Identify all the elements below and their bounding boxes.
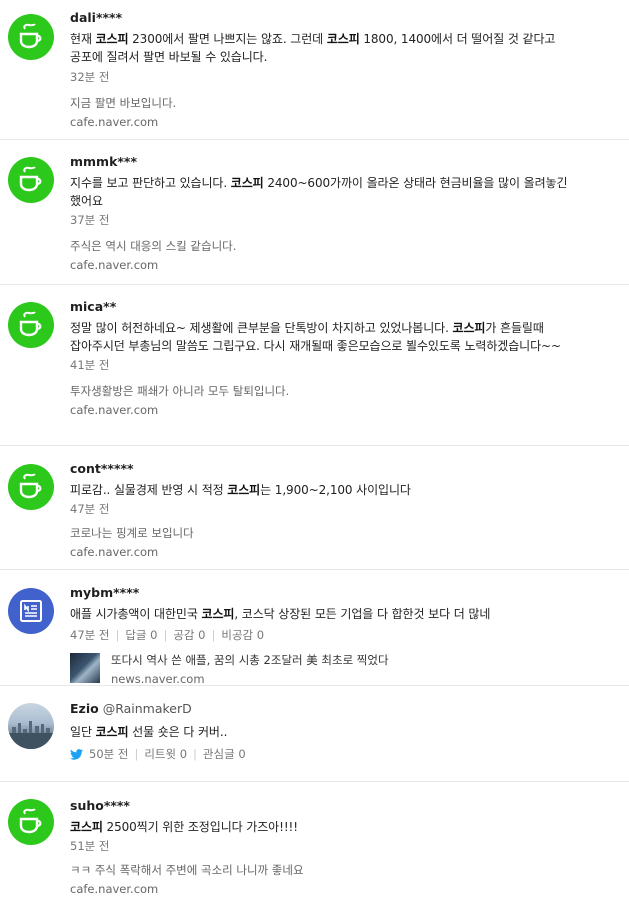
post-body[interactable]: 애플 시가총액이 대한민국 코스피, 코스닥 상장된 모든 기업을 다 합한것 … bbox=[70, 605, 585, 623]
news-title[interactable]: 또다시 역사 쓴 애플, 꿈의 시총 2조달러 美 최초로 찍었다 bbox=[111, 653, 389, 668]
post-time: 51분 전 bbox=[70, 839, 110, 853]
keyword-highlight: 코스피 bbox=[230, 176, 264, 190]
post-time: 47분 전 bbox=[70, 502, 110, 516]
cafe-avatar[interactable] bbox=[8, 157, 54, 203]
post-meta: 50분 전 | 리트윗 0 | 관심글 0 bbox=[70, 746, 585, 762]
news-icon bbox=[20, 600, 42, 622]
source-link[interactable]: cafe.naver.com bbox=[70, 402, 585, 418]
body-text: 일단 bbox=[70, 725, 96, 739]
news-thumbnail[interactable] bbox=[70, 653, 100, 683]
body-text: 정말 많이 허전하네요~ 제생활에 큰부분을 단톡방이 차지하고 있었나봅니다. bbox=[70, 321, 453, 335]
author-name[interactable]: mybm**** bbox=[70, 585, 585, 601]
retweet-count[interactable]: 리트윗 0 bbox=[144, 747, 187, 761]
coffee-cup-icon bbox=[19, 311, 42, 337]
news-avatar[interactable] bbox=[8, 588, 54, 634]
cafe-avatar[interactable] bbox=[8, 14, 54, 60]
post-snippet[interactable]: 투자생활방은 패쇄가 아니라 모두 탈퇴입니다. bbox=[70, 383, 585, 399]
keyword-highlight: 코스피 bbox=[326, 32, 360, 46]
post-snippet[interactable]: ㅋㅋ 주식 폭락해서 주변에 곡소리 나니까 좋네요 bbox=[70, 862, 585, 878]
favorite-count[interactable]: 관심글 0 bbox=[203, 747, 246, 761]
body-text: 는 1,900~2,100 사이입니다 bbox=[260, 483, 411, 497]
like-count[interactable]: 공감 0 bbox=[173, 628, 205, 642]
coffee-cup-icon bbox=[19, 473, 42, 499]
keyword-highlight: 코스피 bbox=[452, 321, 486, 335]
source-link[interactable]: cafe.naver.com bbox=[70, 257, 585, 273]
post-snippet[interactable]: 주식은 역시 대응의 스킬 같습니다. bbox=[70, 238, 585, 254]
keyword-highlight: 코스피 bbox=[227, 483, 261, 497]
reply-count[interactable]: 답글 0 bbox=[125, 628, 157, 642]
post-time: 37분 전 bbox=[70, 213, 110, 227]
feed-item: mica** 정말 많이 허전하네요~ 제생활에 큰부분을 단톡방이 차지하고 … bbox=[0, 284, 629, 445]
post-time: 41분 전 bbox=[70, 358, 110, 372]
user-avatar[interactable] bbox=[8, 703, 54, 749]
body-text: 현재 bbox=[70, 32, 96, 46]
keyword-highlight: 코스피 bbox=[95, 725, 129, 739]
body-text: , 코스닥 상장된 모든 기업을 다 합한것 보다 더 많네 bbox=[234, 607, 491, 621]
cafe-avatar[interactable] bbox=[8, 464, 54, 510]
body-text: 2500찍기 위한 조정입니다 가즈아!!!! bbox=[102, 820, 299, 834]
author-name[interactable]: Ezio @RainmakerD bbox=[70, 701, 585, 717]
post-body[interactable]: 일단 코스피 선물 숏은 다 커버.. bbox=[70, 723, 585, 741]
skyline-photo-icon bbox=[8, 721, 54, 749]
author-name[interactable]: mica** bbox=[70, 299, 585, 315]
coffee-cup-icon bbox=[19, 23, 42, 49]
post-body[interactable]: 피로감.. 실물경제 반영 시 적정 코스피는 1,900~2,100 사이입니… bbox=[70, 481, 585, 499]
post-body[interactable]: 코스피 2500찍기 위한 조정입니다 가즈아!!!! bbox=[70, 818, 585, 836]
body-text: 2300에서 팔면 나쁘지는 않죠. 그런데 bbox=[128, 32, 327, 46]
source-link[interactable]: cafe.naver.com bbox=[70, 881, 585, 897]
author-display-name[interactable]: Ezio bbox=[70, 701, 99, 716]
post-snippet[interactable]: 지금 팔면 바보입니다. bbox=[70, 95, 585, 111]
news-card[interactable]: 또다시 역사 쓴 애플, 꿈의 시총 2조달러 美 최초로 찍었다 news.n… bbox=[70, 653, 585, 687]
post-time: 50분 전 bbox=[89, 747, 129, 761]
feed-item: mmmk*** 지수를 보고 판단하고 있습니다. 코스피 2400~600가까… bbox=[0, 139, 629, 284]
post-snippet[interactable]: 코로나는 핑계로 보입니다 bbox=[70, 525, 585, 541]
dislike-count[interactable]: 비공감 0 bbox=[221, 628, 264, 642]
post-time: 47분 전 bbox=[70, 628, 110, 642]
author-name[interactable]: cont***** bbox=[70, 461, 585, 477]
feed-item: suho**** 코스피 2500찍기 위한 조정입니다 가즈아!!!! 51분… bbox=[0, 781, 629, 903]
feed-item: Ezio @RainmakerD 일단 코스피 선물 숏은 다 커버.. 50분 … bbox=[0, 685, 629, 781]
coffee-cup-icon bbox=[19, 166, 42, 192]
post-body[interactable]: 현재 코스피 2300에서 팔면 나쁘지는 않죠. 그런데 코스피 1800, … bbox=[70, 30, 585, 66]
body-text: 피로감.. 실물경제 반영 시 적정 bbox=[70, 483, 228, 497]
source-link[interactable]: cafe.naver.com bbox=[70, 114, 585, 130]
search-result-feed: dali**** 현재 코스피 2300에서 팔면 나쁘지는 않죠. 그런데 코… bbox=[0, 0, 629, 903]
author-handle[interactable]: @RainmakerD bbox=[103, 701, 192, 716]
author-name[interactable]: mmmk*** bbox=[70, 154, 585, 170]
post-body[interactable]: 지수를 보고 판단하고 있습니다. 코스피 2400~600가까이 올라온 상태… bbox=[70, 174, 585, 210]
post-time: 32분 전 bbox=[70, 70, 110, 84]
feed-item: cont***** 피로감.. 실물경제 반영 시 적정 코스피는 1,900~… bbox=[0, 445, 629, 569]
author-name[interactable]: suho**** bbox=[70, 798, 585, 814]
keyword-highlight: 코스피 bbox=[95, 32, 129, 46]
author-name[interactable]: dali**** bbox=[70, 10, 585, 26]
body-text: 애플 시가총액이 대한민국 bbox=[70, 607, 202, 621]
post-meta: 47분 전 | 답글 0 | 공감 0 | 비공감 0 bbox=[70, 628, 265, 642]
keyword-highlight: 코스피 bbox=[70, 820, 103, 834]
keyword-highlight: 코스피 bbox=[201, 607, 235, 621]
source-link[interactable]: cafe.naver.com bbox=[70, 544, 585, 560]
cafe-avatar[interactable] bbox=[8, 799, 54, 845]
body-text: 지수를 보고 판단하고 있습니다. bbox=[70, 176, 231, 190]
body-text: 선물 숏은 다 커버.. bbox=[128, 725, 228, 739]
twitter-bird-icon bbox=[70, 749, 83, 760]
coffee-cup-icon bbox=[19, 808, 42, 834]
feed-item: dali**** 현재 코스피 2300에서 팔면 나쁘지는 않죠. 그런데 코… bbox=[0, 0, 629, 139]
cafe-avatar[interactable] bbox=[8, 302, 54, 348]
feed-item: mybm**** 애플 시가총액이 대한민국 코스피, 코스닥 상장된 모든 기… bbox=[0, 569, 629, 687]
post-body[interactable]: 정말 많이 허전하네요~ 제생활에 큰부분을 단톡방이 차지하고 있었나봅니다.… bbox=[70, 319, 585, 355]
